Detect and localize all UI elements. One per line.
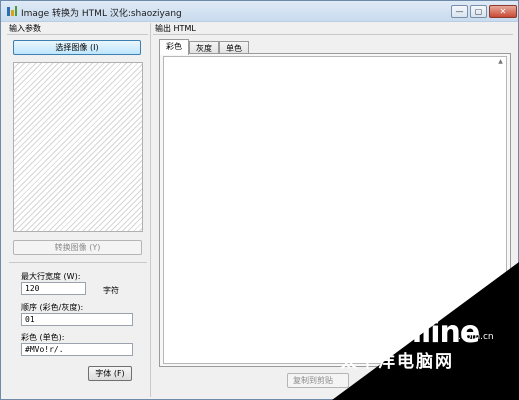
select-image-button[interactable]: 选择图像 (I) xyxy=(13,40,141,55)
maximize-button[interactable]: ▢ xyxy=(470,5,487,18)
window-title: Image 转换为 HTML 汉化:shaoziyang xyxy=(21,9,182,19)
title-bar[interactable]: Image 转换为 HTML 汉化:shaoziyang — ▢ ✕ xyxy=(1,1,518,22)
color-chars-field[interactable]: #MVo!r/. xyxy=(21,343,133,356)
output-html-label: 输出 HTML xyxy=(155,24,196,33)
font-button[interactable]: 字体 (F) xyxy=(88,366,132,381)
scroll-up-icon[interactable]: ▲ xyxy=(497,59,504,65)
app-icon xyxy=(7,6,17,16)
input-params-label: 输入参数 xyxy=(9,24,41,33)
tab-color[interactable]: 彩色 xyxy=(159,39,189,55)
color-chars-label: 彩色 (单色): xyxy=(21,333,65,342)
max-width-unit: 字符 xyxy=(103,286,119,295)
left-group-divider xyxy=(7,34,148,35)
watermark-chinese: 太平洋电脑网 xyxy=(340,352,454,372)
max-width-label: 最大行宽度 (W): xyxy=(21,272,81,281)
image-preview xyxy=(13,62,143,232)
panel-splitter[interactable] xyxy=(150,23,151,397)
close-button[interactable]: ✕ xyxy=(489,5,517,18)
copy-to-clipboard-button[interactable]: 复制到剪贴 xyxy=(287,373,349,388)
right-group-divider xyxy=(153,34,513,35)
convert-image-button[interactable]: 转换图像 (Y) xyxy=(13,240,142,255)
minimize-button[interactable]: — xyxy=(451,5,468,18)
options-divider xyxy=(9,262,147,263)
order-label: 顺序 (彩色/灰度): xyxy=(21,303,84,312)
max-width-field[interactable]: 120 xyxy=(21,282,86,295)
order-field[interactable]: 01 xyxy=(21,313,133,326)
watermark-domain: .com.cn xyxy=(458,332,494,342)
